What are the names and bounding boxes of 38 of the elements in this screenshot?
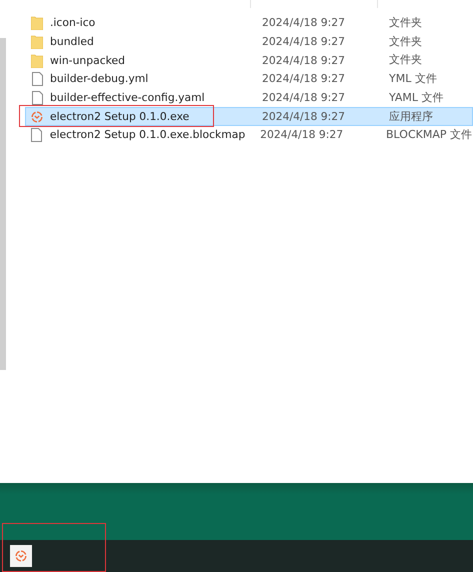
scrollbar[interactable]: [0, 38, 6, 370]
folder-icon: [31, 16, 43, 30]
file-row[interactable]: electron2 Setup 0.1.0.exe.blockmap 2024/4/18 9:27 BLOCKMAP 文件: [25, 126, 473, 145]
file-type: 文件夹: [389, 15, 422, 32]
modified-date: 2024/4/18 9:27: [260, 127, 344, 144]
folder-icon: [31, 54, 43, 68]
file-name: .icon-ico: [50, 15, 96, 32]
taskbar-app-button[interactable]: [10, 545, 32, 567]
modified-date: 2024/4/18 9:27: [262, 52, 346, 69]
file-type: BLOCKMAP 文件: [386, 127, 472, 144]
file-type: YML 文件: [389, 71, 437, 88]
app-icon: [15, 550, 27, 562]
file-row[interactable]: bundled 2024/4/18 9:27 文件夹: [25, 32, 473, 52]
file-row[interactable]: win-unpacked 2024/4/18 9:27 文件夹: [25, 51, 473, 70]
file-row[interactable]: builder-debug.yml 2024/4/18 9:27 YML 文件: [25, 70, 473, 89]
file-row[interactable]: .icon-ico 2024/4/18 9:27 文件夹: [25, 14, 473, 33]
file-row[interactable]: builder-effective-config.yaml 2024/4/18 9:27 YAML 文件: [25, 88, 473, 108]
file-icon: [32, 72, 42, 86]
file-type: YAML 文件: [389, 90, 444, 106]
file-name: builder-debug.yml: [50, 71, 150, 88]
file-row[interactable]: electron2 Setup 0.1.0.exe 2024/4/18 9:27 应用程序: [25, 107, 473, 126]
file-type: 文件夹: [389, 52, 422, 68]
file-name: builder-effective-config.yaml: [50, 90, 206, 106]
file-name: electron2 Setup 0.1.0.exe: [50, 108, 190, 125]
file-name: bundled: [50, 34, 95, 50]
modified-date: 2024/4/18 9:27: [262, 71, 346, 88]
modified-date: 2024/4/18 9:27: [262, 34, 346, 50]
file-type: 文件夹: [389, 34, 422, 50]
modified-date: 2024/4/18 9:27: [262, 90, 346, 106]
app-icon: [31, 110, 43, 123]
file-name: win-unpacked: [50, 52, 126, 69]
file-icon: [31, 128, 42, 142]
modified-date: 2024/4/18 9:27: [262, 15, 346, 32]
folder-icon: [31, 35, 43, 50]
file-name: electron2 Setup 0.1.0.exe.blockmap: [50, 127, 246, 144]
modified-date: 2024/4/18 9:27: [262, 108, 346, 125]
file-type: 应用程序: [389, 108, 433, 125]
file-icon: [32, 91, 42, 106]
